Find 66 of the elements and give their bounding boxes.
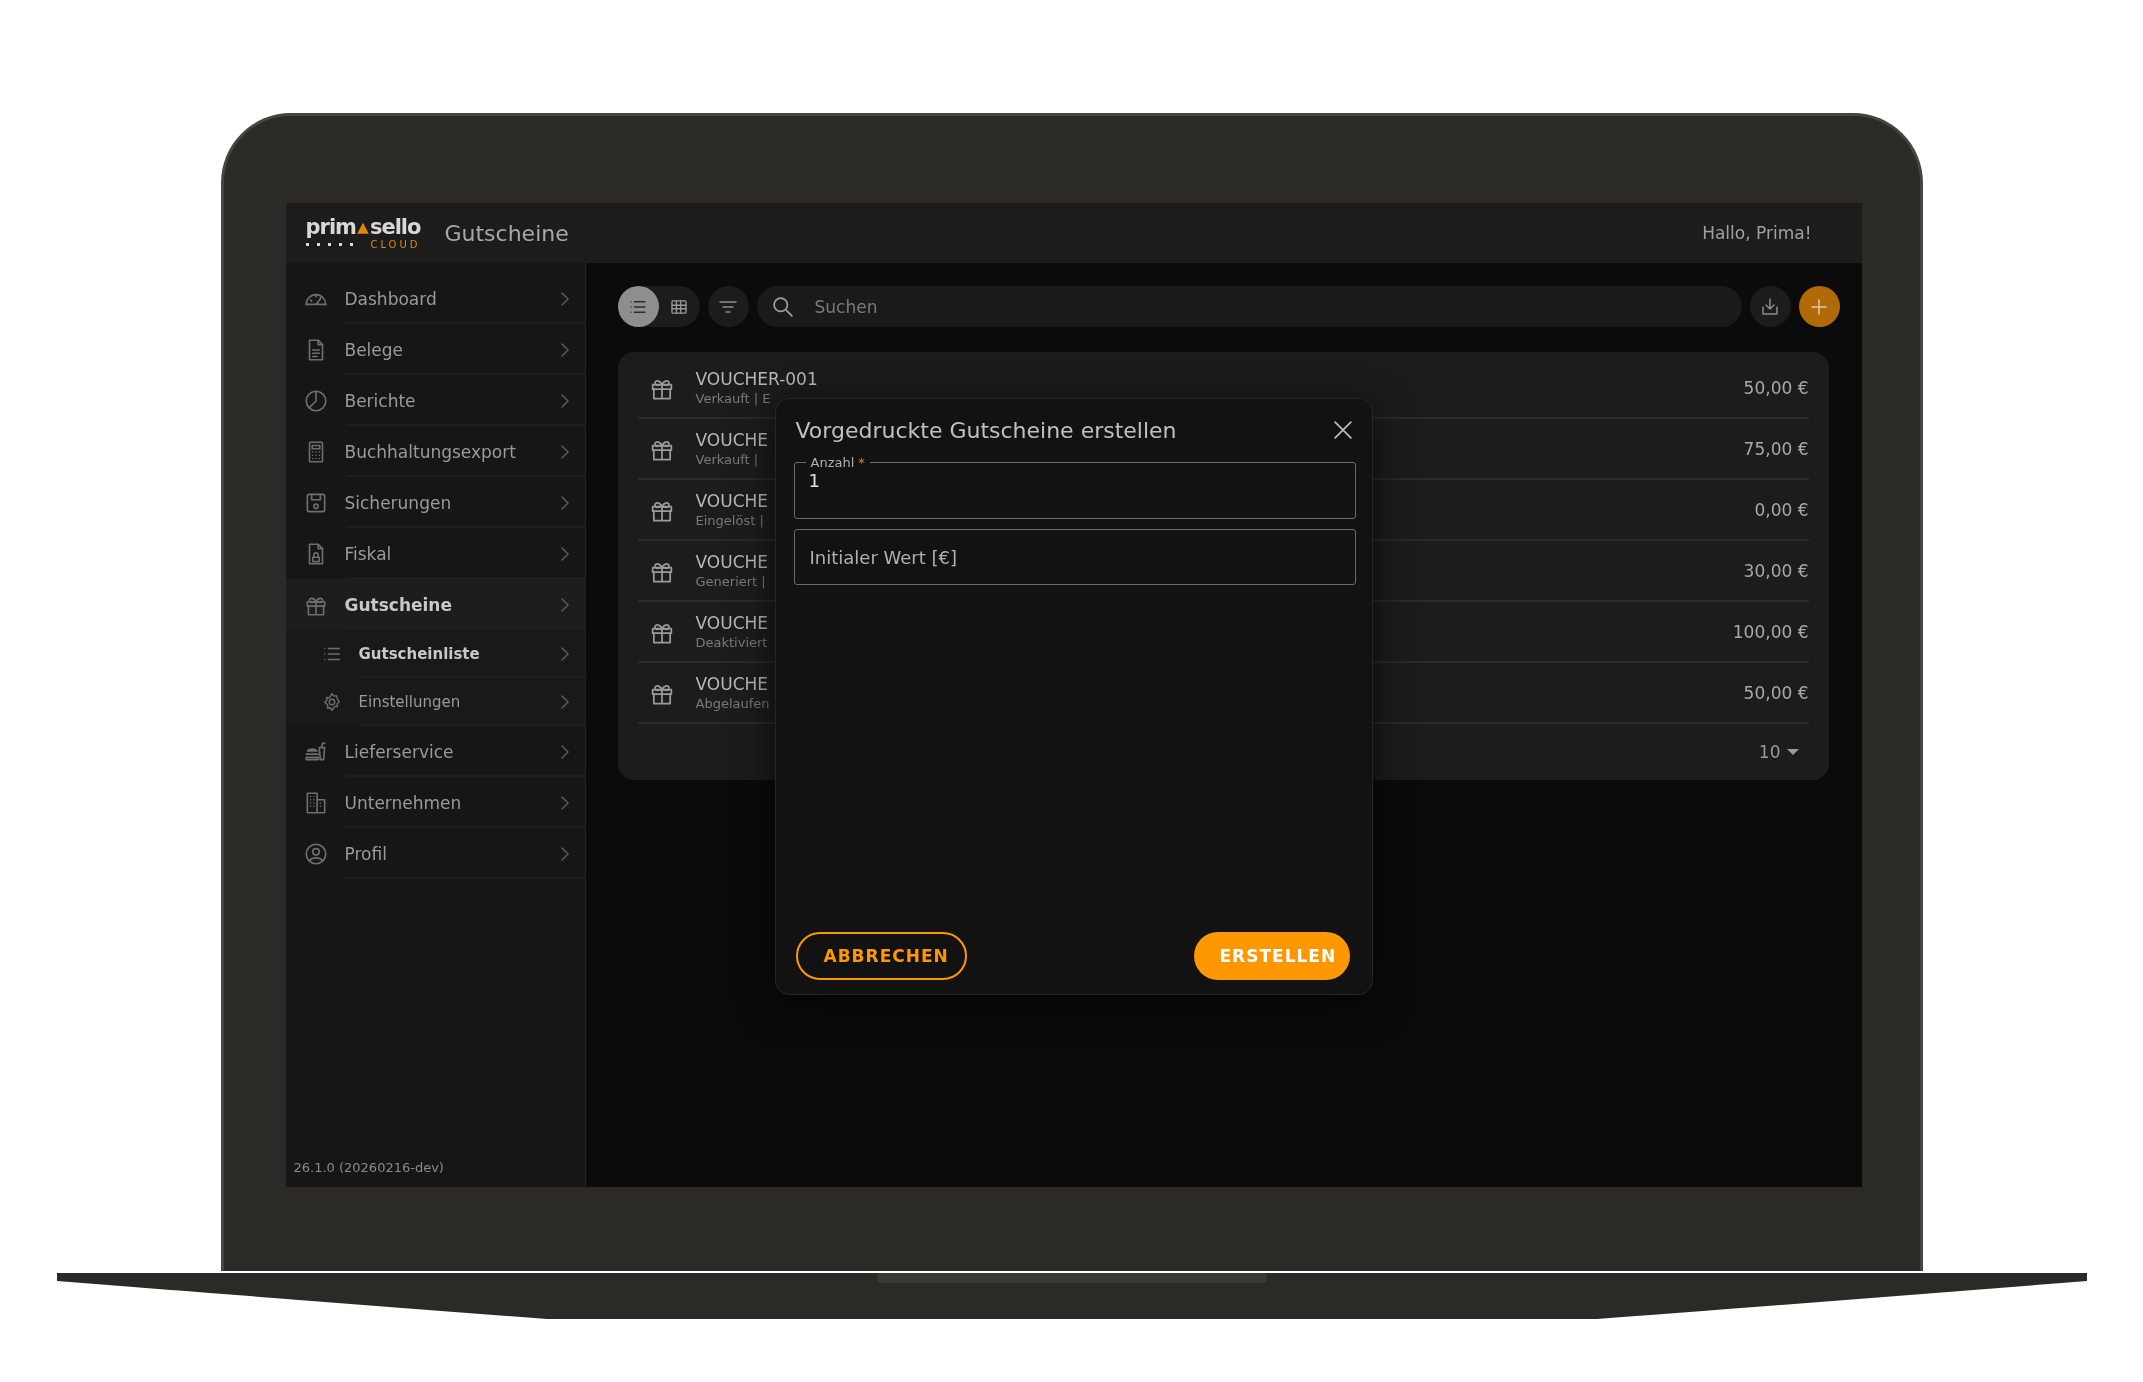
nav-item[interactable]: Buchhaltungsexport (285, 426, 585, 477)
search-icon (772, 297, 793, 317)
nav-item[interactable]: Fiskal (285, 528, 585, 579)
list-view-button[interactable] (617, 286, 659, 327)
grid-icon (671, 299, 687, 314)
cancel-button[interactable]: ABBRECHEN (795, 932, 967, 980)
list-icon (630, 299, 646, 314)
version-text: 26.1.0 (20260216-dev) (292, 1160, 445, 1177)
page-size-select[interactable]: 10 (1758, 742, 1799, 762)
caret-down-icon (1786, 749, 1799, 755)
voucher-details: Deaktiviert (695, 633, 768, 651)
voucher-amount: 0,00 € (1754, 499, 1809, 520)
chevron-right-icon (560, 444, 569, 459)
nav-item[interactable]: Sicherungen (285, 477, 585, 528)
chevron-right-icon (560, 846, 569, 861)
voucher-title: VOUCHE (695, 551, 769, 573)
chevron-right-icon (560, 393, 569, 408)
voucher-details: Verkauft | (695, 450, 759, 468)
chevron-right-icon (560, 291, 569, 306)
chevron-right-icon (560, 495, 569, 510)
voucher-title: VOUCHE (695, 490, 769, 512)
download-button[interactable] (1749, 286, 1791, 327)
nav-item[interactable]: Dashboard (285, 273, 585, 324)
voucher-details: Verkauft | E (695, 389, 771, 407)
voucher-title: VOUCHER-001 (695, 368, 818, 390)
user-circle-icon (302, 840, 329, 867)
voucher-amount: 75,00 € (1743, 438, 1809, 459)
voucher-amount: 50,00 € (1743, 377, 1809, 398)
voucher-details: Abgelaufen (695, 694, 770, 712)
voucher-amount: 100,00 € (1732, 621, 1809, 642)
voucher-title: VOUCHE (695, 429, 769, 451)
nav-item[interactable]: Belege (285, 324, 585, 375)
chevron-right-icon (560, 342, 569, 357)
close-icon (1333, 421, 1352, 439)
voucher-title: VOUCHE (695, 612, 769, 634)
nav-item[interactable]: Gutscheine (285, 579, 585, 630)
filter-button[interactable] (707, 286, 749, 327)
add-button[interactable] (1798, 286, 1840, 327)
nav-item[interactable]: Berichte (285, 375, 585, 426)
voucher-amount: 50,00 € (1743, 682, 1809, 703)
pie-chart-icon (302, 387, 329, 414)
quantity-field[interactable]: Anzahl * 1 (793, 455, 1356, 519)
value-field[interactable]: Initialer Wert [€] (793, 529, 1356, 585)
nav-item[interactable]: Unternehmen (285, 777, 585, 828)
filter-icon (719, 300, 737, 313)
plus-icon (1811, 298, 1827, 315)
voucher-title: VOUCHE (695, 673, 769, 695)
dialog-title: Vorgedruckte Gutscheine erstellen (795, 417, 1177, 443)
search-field[interactable]: Suchen (756, 286, 1742, 327)
nav-item[interactable]: Profil (285, 828, 585, 879)
app-logo: prim sello CLOUD (305, 216, 421, 250)
chevron-right-icon (560, 795, 569, 810)
voucher-details: Eingelöst | (695, 511, 764, 529)
quantity-input[interactable]: 1 (808, 470, 1341, 491)
greeting-text: Hallo, Prima! (1702, 223, 1812, 243)
chevron-right-icon (560, 597, 569, 612)
chevron-right-icon (560, 546, 569, 561)
voucher-details: Generiert | (695, 572, 766, 590)
chevron-right-icon (560, 647, 569, 661)
chevron-right-icon (560, 744, 569, 759)
dotted-line-icon (305, 243, 353, 246)
page-title: Gutscheine (444, 220, 569, 246)
voucher-amount: 30,00 € (1743, 560, 1809, 581)
download-icon (1762, 298, 1778, 315)
chevron-right-icon (560, 695, 569, 709)
nav-item[interactable]: Lieferservice (285, 726, 585, 777)
